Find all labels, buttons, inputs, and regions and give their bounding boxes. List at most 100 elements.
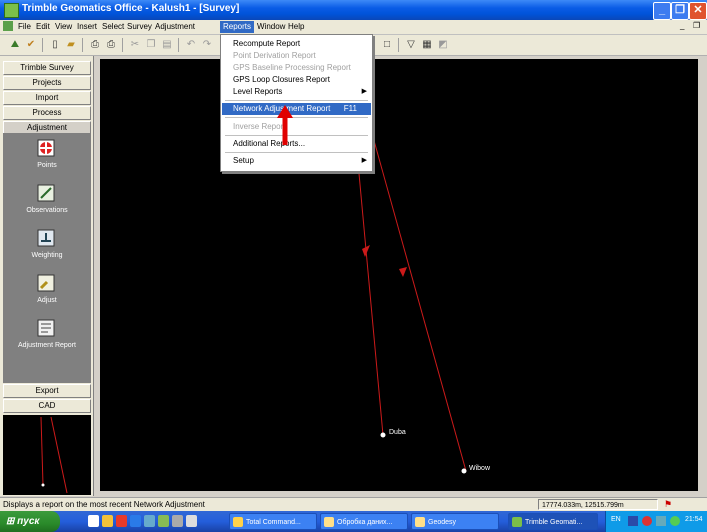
adjustment-report-icon <box>37 319 55 337</box>
status-bar: Displays a report on the most recent Net… <box>0 497 707 512</box>
direction-arrow <box>399 267 407 277</box>
menu-item-setup[interactable]: Setup ▶ <box>222 155 371 167</box>
points-icon <box>37 139 55 157</box>
flag-icon: ⚑ <box>664 499 673 509</box>
overview-map[interactable] <box>3 415 91 495</box>
start-button[interactable]: ⊞ пуск <box>0 511 60 532</box>
tool-adjustment-report-label: Adjustment Report <box>18 342 76 349</box>
trimble-icon <box>512 517 522 527</box>
folder-icon <box>324 517 334 527</box>
nav-import[interactable]: Import <box>3 91 91 105</box>
rectangle-icon[interactable]: □ <box>380 38 394 51</box>
title-bar: Trimble Geomatics Office - Kalush1 - [Su… <box>0 0 707 20</box>
toolbar-separator <box>122 38 123 52</box>
task-trimble[interactable]: Trimble Geomati... <box>508 513 598 530</box>
filter-icon[interactable]: ▽ <box>404 38 418 51</box>
annotation-arrow-icon <box>277 105 293 145</box>
task-geodesy[interactable]: Geodesy <box>411 513 499 530</box>
quicklaunch-icon[interactable] <box>172 515 183 527</box>
nav-process[interactable]: Process <box>3 106 91 120</box>
clock[interactable]: 21:54 <box>685 516 703 523</box>
print-preview-icon[interactable]: ⎙ <box>104 38 118 51</box>
document-icon[interactable] <box>3 21 13 31</box>
tray-icon[interactable] <box>628 516 638 526</box>
menu-item-setup-label: Setup <box>233 156 254 165</box>
survey-tool-icon[interactable]: ⛰ <box>8 38 22 51</box>
tool-observations-label: Observations <box>26 207 68 214</box>
coordinates-readout: 17774.033m, 12515.799m <box>538 499 658 510</box>
menu-item-point-derivation-report[interactable]: Point Derivation Report <box>222 50 371 62</box>
quicklaunch-icon[interactable] <box>144 515 155 527</box>
mdi-restore-button[interactable]: ❐ <box>693 21 700 30</box>
point-wibow[interactable] <box>461 468 467 474</box>
quicklaunch-icon[interactable] <box>102 515 113 527</box>
nav-export[interactable]: Export <box>3 384 91 398</box>
mdi-minimize-button[interactable]: _ <box>680 21 684 30</box>
quicklaunch-icon[interactable] <box>88 515 99 527</box>
menu-item-level-reports[interactable]: Level Reports ▶ <box>222 86 371 98</box>
quicklaunch-icon[interactable] <box>130 515 141 527</box>
undo-icon[interactable]: ↶ <box>184 38 198 51</box>
menu-file[interactable]: File <box>15 21 34 33</box>
quicklaunch-icon[interactable] <box>186 515 197 527</box>
report-icon[interactable]: ▦ <box>420 38 434 51</box>
task-label: Total Command... <box>246 519 301 526</box>
menu-separator <box>225 135 368 136</box>
tool-weighting-label: Weighting <box>31 252 63 259</box>
nav-trimble-survey[interactable]: Trimble Survey <box>3 61 91 75</box>
tray-icon[interactable] <box>670 516 680 526</box>
baseline-wibow[interactable] <box>367 118 467 472</box>
menu-window[interactable]: Window <box>254 21 288 33</box>
tray-icon[interactable] <box>656 516 666 526</box>
observations-icon <box>37 184 55 202</box>
menu-survey[interactable]: Survey <box>124 21 155 33</box>
point-duba[interactable] <box>380 432 386 438</box>
wand-icon[interactable]: ✔ <box>24 38 38 51</box>
menu-select[interactable]: Select <box>99 21 127 33</box>
nav-cad[interactable]: CAD <box>3 399 91 413</box>
point-label-duba: Duba <box>389 429 406 436</box>
open-folder-icon[interactable]: ▰ <box>64 38 78 51</box>
submenu-arrow-icon: ▶ <box>361 157 367 164</box>
task-obrobka[interactable]: Обробка даних... <box>320 513 408 530</box>
reports-menu: Recompute Report Point Derivation Report… <box>220 34 373 172</box>
new-file-icon[interactable]: ▯ <box>48 38 62 51</box>
menu-edit[interactable]: Edit <box>33 21 53 33</box>
menu-insert[interactable]: Insert <box>74 21 100 33</box>
quicklaunch-icon[interactable] <box>158 515 169 527</box>
menu-item-gps-baseline-report[interactable]: GPS Baseline Processing Report <box>222 62 371 74</box>
language-indicator[interactable]: EN <box>611 516 621 523</box>
menu-help[interactable]: Help <box>285 21 307 33</box>
copy-icon[interactable]: ❐ <box>144 38 158 51</box>
close-button[interactable]: ✕ <box>689 2 707 20</box>
toolbar-separator <box>178 38 179 52</box>
menu-reports[interactable]: Reports <box>220 21 255 33</box>
tray-icon[interactable] <box>642 516 652 526</box>
menu-item-gps-loop-closures-report[interactable]: GPS Loop Closures Report <box>222 74 371 86</box>
paste-icon[interactable]: ▤ <box>160 38 174 51</box>
menu-item-recompute-report[interactable]: Recompute Report <box>222 38 371 50</box>
windows-logo-icon: ⊞ <box>6 516 15 527</box>
maximize-button[interactable]: ❐ <box>671 2 689 20</box>
menu-item-additional-reports[interactable]: Additional Reports... <box>222 138 371 150</box>
overview-lines <box>40 416 68 494</box>
cut-icon[interactable]: ✂ <box>128 38 142 51</box>
menu-item-inverse-report[interactable]: Inverse Report <box>222 121 371 133</box>
disabled-tool-icon[interactable]: ◩ <box>436 38 450 51</box>
start-label: пуск <box>17 516 40 527</box>
plan-view[interactable]: Duba Wibow <box>100 59 698 491</box>
quicklaunch-icon[interactable] <box>116 515 127 527</box>
tool-points-label: Points <box>37 162 57 169</box>
app-icon <box>4 3 19 18</box>
print-icon[interactable]: ⎙ <box>88 38 102 51</box>
redo-icon[interactable]: ↷ <box>200 38 214 51</box>
adjust-icon <box>37 274 55 292</box>
menu-view[interactable]: View <box>52 21 75 33</box>
task-label: Geodesy <box>428 519 457 526</box>
menu-item-network-adjustment-report[interactable]: Network Adjustment Report F11 <box>222 103 371 115</box>
nav-projects[interactable]: Projects <box>3 76 91 90</box>
tool-adjustment-report[interactable]: Adjustment Report <box>3 313 91 368</box>
menu-adjustment[interactable]: Adjustment <box>152 21 198 33</box>
minimize-button[interactable]: _ <box>653 2 671 20</box>
task-total-commander[interactable]: Total Command... <box>229 513 317 530</box>
